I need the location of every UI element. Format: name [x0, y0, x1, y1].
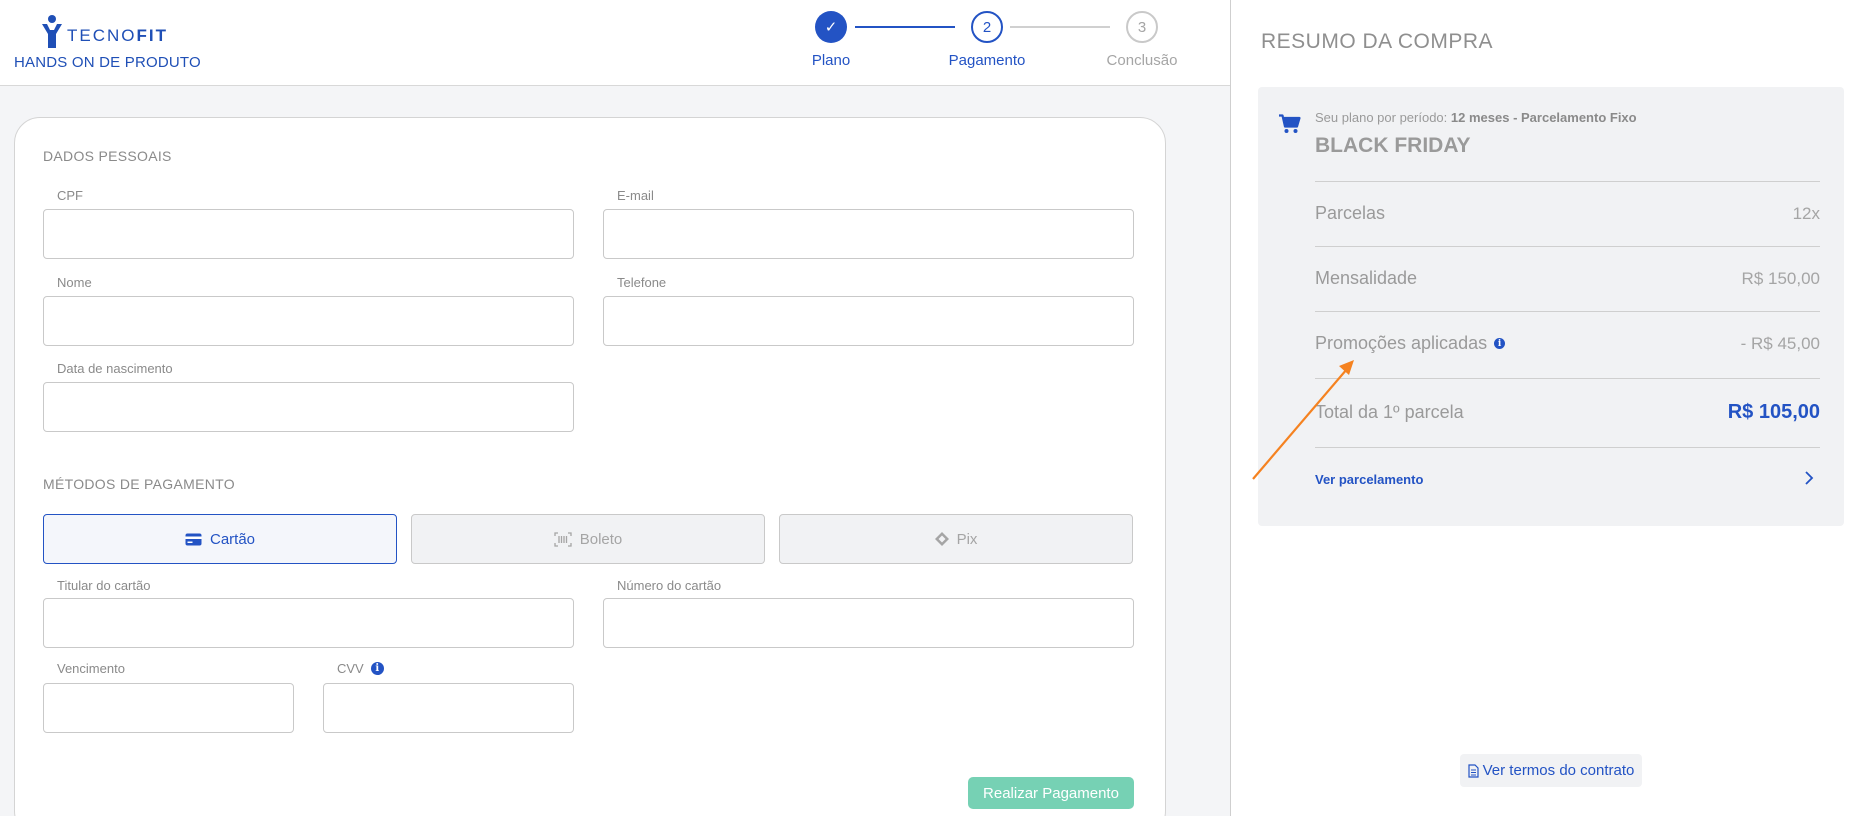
checkout-main: TECNOFIT HANDS ON DE PRODUTO ✓ Plano 2 P… [0, 0, 1231, 816]
titular-input[interactable] [43, 598, 574, 648]
ver-termos-button[interactable]: Ver termos do contrato [1460, 754, 1642, 787]
promocoes-info-icon[interactable]: i [1494, 338, 1506, 349]
titular-label: Titular do cartão [57, 578, 151, 593]
step-number: 3 [1126, 11, 1158, 43]
total-value: R$ 105,00 [1727, 401, 1820, 423]
summary-divider [1315, 311, 1820, 312]
plan-name: BLACK FRIDAY [1315, 134, 1471, 157]
nascimento-input[interactable] [43, 382, 574, 432]
payment-method-label: Pix [956, 530, 978, 548]
top-bar: TECNOFIT HANDS ON DE PRODUTO ✓ Plano 2 P… [0, 0, 1231, 86]
summary-divider [1315, 181, 1820, 182]
personal-data-title: DADOS PESSOAIS [43, 148, 172, 164]
summary-title: RESUMO DA COMPRA [1261, 30, 1494, 53]
order-summary-panel: RESUMO DA COMPRA Seu plano por período: … [1231, 0, 1850, 816]
cpf-input[interactable] [43, 209, 574, 259]
total-label: Total da 1º parcela [1315, 402, 1464, 422]
cvv-input[interactable] [323, 683, 574, 733]
payment-method-label: Cartão [209, 530, 256, 548]
nascimento-label: Data de nascimento [57, 361, 173, 376]
telefone-label: Telefone [617, 275, 667, 290]
brand-subtitle: HANDS ON DE PRODUTO [14, 54, 201, 71]
logo-wordmark: TECNOFIT [67, 26, 168, 46]
cvv-label-group: CVV i [337, 661, 384, 676]
step-label: Pagamento [948, 52, 1026, 69]
realizar-pagamento-button[interactable]: Realizar Pagamento [968, 777, 1134, 809]
payment-method-pix[interactable]: Pix [779, 514, 1133, 564]
vencimento-input[interactable] [43, 683, 294, 733]
payment-method-label: Boleto [579, 530, 623, 548]
step-label: Plano [811, 52, 851, 69]
checkout-form-card: DADOS PESSOAIS CPF E-mail Nome Telefone … [14, 117, 1166, 816]
numero-cartao-input[interactable] [603, 598, 1134, 648]
payment-methods-title: MÉTODOS DE PAGAMENTO [43, 476, 235, 492]
plan-period-prefix: Seu plano por período: [1315, 110, 1448, 125]
nome-input[interactable] [43, 296, 574, 346]
logo-text-regular: TECNO [67, 26, 137, 45]
step-label: Conclusão [1106, 52, 1178, 69]
credit-card-icon [185, 533, 202, 546]
checkout-stepper: ✓ Plano 2 Pagamento 3 Conclusão [808, 11, 1182, 71]
summary-divider [1315, 378, 1820, 379]
ver-parcelamento-link[interactable]: Ver parcelamento [1315, 472, 1423, 487]
step-pagamento[interactable]: 2 Pagamento [947, 11, 1027, 69]
document-icon [1468, 763, 1479, 778]
step-plano[interactable]: ✓ Plano [791, 11, 871, 69]
pix-icon [934, 532, 949, 546]
plan-period-value: 12 meses - Parcelamento Fixo [1450, 110, 1637, 125]
check-icon: ✓ [815, 11, 847, 43]
step-conclusao: 3 Conclusão [1102, 11, 1182, 69]
summary-divider [1315, 447, 1820, 448]
promocoes-label-group: Promoções aplicadas i [1315, 333, 1506, 354]
summary-divider [1315, 246, 1820, 247]
tecnofit-logo[interactable]: TECNOFIT [40, 14, 168, 48]
nome-label: Nome [57, 275, 92, 290]
cart-icon [1279, 114, 1301, 139]
mensalidade-label: Mensalidade [1315, 268, 1418, 288]
parcelas-value: 12x [1792, 204, 1820, 223]
plan-period-line: Seu plano por período: 12 meses - Parcel… [1315, 110, 1637, 125]
step-number: 2 [971, 11, 1003, 43]
cvv-label: CVV [337, 661, 364, 676]
mensalidade-value: R$ 150,00 [1741, 269, 1820, 288]
telefone-input[interactable] [603, 296, 1134, 346]
promocoes-label: Promoções aplicadas [1315, 333, 1488, 353]
payment-method-boleto[interactable]: Boleto [411, 514, 765, 564]
cpf-label: CPF [57, 188, 83, 203]
parcelas-label: Parcelas [1315, 203, 1386, 223]
cvv-info-icon[interactable]: i [370, 662, 384, 675]
ver-termos-label: Ver termos do contrato [1482, 762, 1635, 779]
chevron-right-icon[interactable] [1804, 470, 1814, 491]
promocoes-value: - R$ 45,00 [1740, 334, 1820, 353]
payment-method-cartao[interactable]: Cartão [43, 514, 397, 564]
numero-cartao-label: Número do cartão [617, 578, 722, 593]
logo-text-bold: FIT [136, 26, 168, 45]
email-label: E-mail [617, 188, 654, 203]
vencimento-label: Vencimento [57, 661, 125, 676]
logo-figure-icon [42, 15, 62, 48]
barcode-icon [554, 531, 572, 547]
email-input[interactable] [603, 209, 1134, 259]
